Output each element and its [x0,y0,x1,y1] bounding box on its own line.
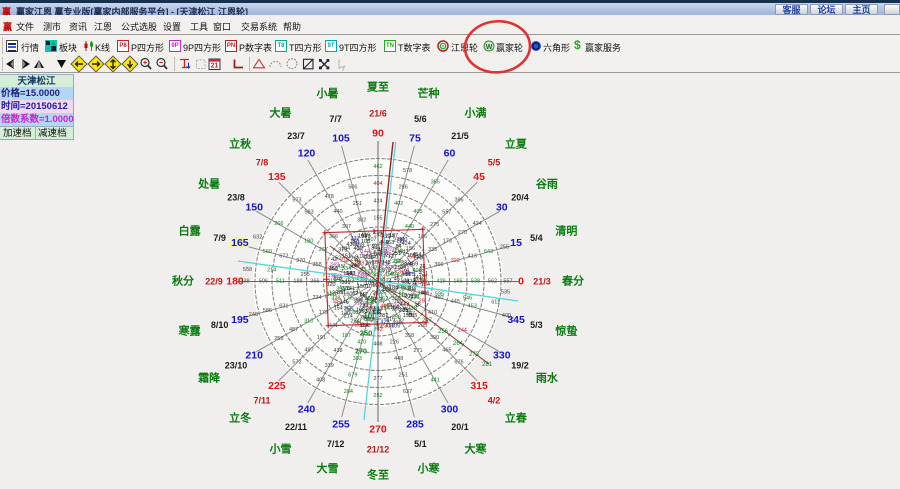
svg-text:21: 21 [211,63,219,70]
svg-text:W: W [486,44,493,51]
